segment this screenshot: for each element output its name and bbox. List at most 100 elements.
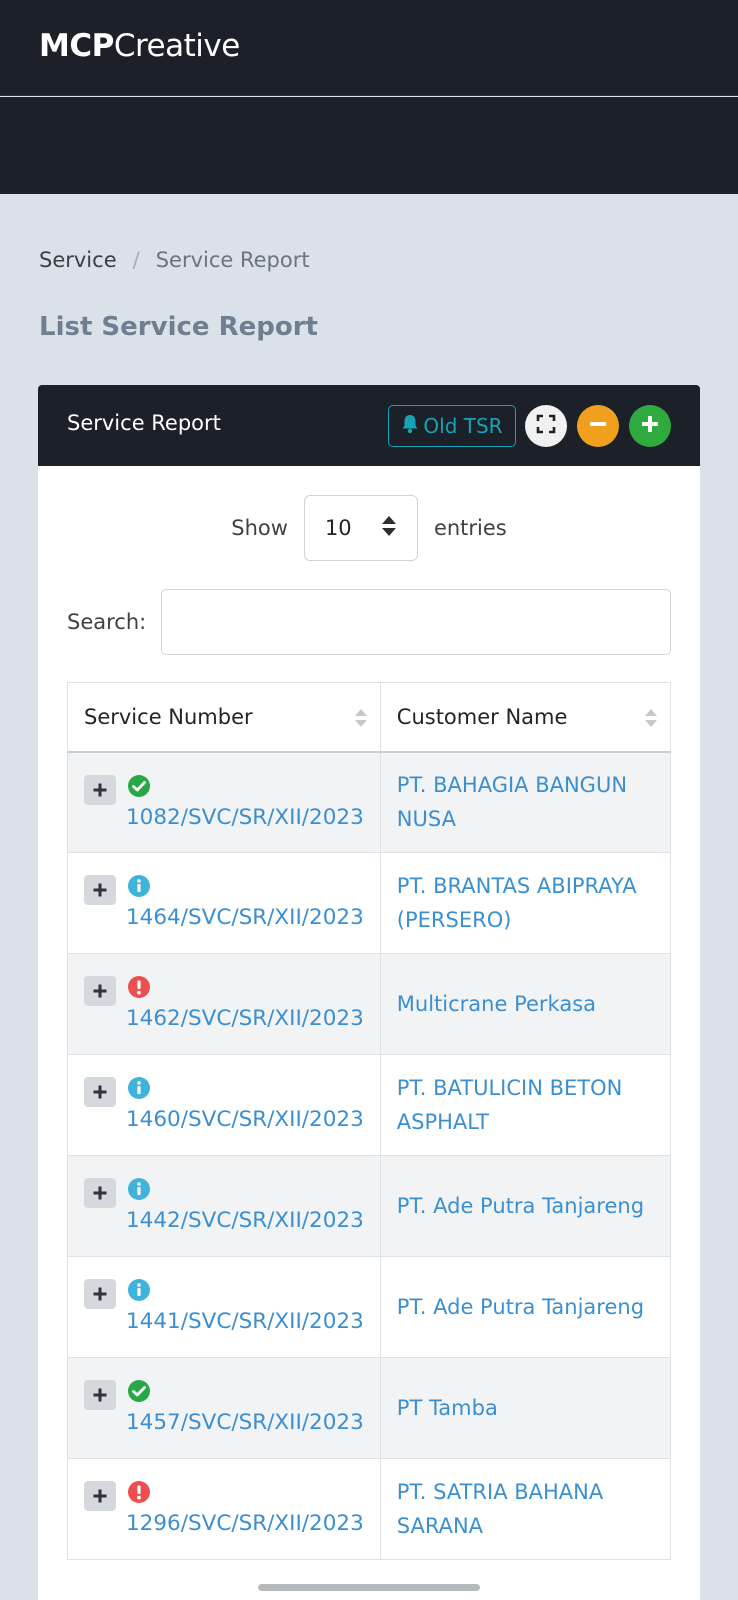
customer-name-cell: PT. SATRIA BAHANA SARANA (379, 1458, 672, 1560)
plus-icon (93, 878, 107, 902)
entries-label: entries (433, 516, 507, 540)
customer-name-link[interactable]: PT. BRANTAS ABIPRAYA (PERSERO) (397, 874, 637, 932)
expand-row-button[interactable] (84, 1279, 116, 1309)
expand-row-button[interactable] (84, 1178, 116, 1208)
customer-name-cell: Multicrane Perkasa (379, 953, 672, 1055)
customer-name-link[interactable]: PT Tamba (397, 1396, 498, 1420)
customer-name-cell: PT. Ade Putra Tanjareng (379, 1155, 672, 1257)
customer-name-link[interactable]: PT. BATULICIN BETON ASPHALT (397, 1076, 623, 1134)
bell-icon (401, 414, 419, 439)
service-number-cell: 1457/SVC/SR/XII/2023 (67, 1357, 381, 1459)
breadcrumb-separator: / (132, 248, 140, 272)
service-report-card: Service Report Old TSR Show 10 entries S… (38, 385, 700, 1600)
brand-bold-text: MCP (39, 28, 114, 64)
expand-row-button[interactable] (84, 1077, 116, 1107)
top-navbar: MCPCreative (0, 0, 738, 96)
service-number-link[interactable]: 1441/SVC/SR/XII/2023 (126, 1309, 364, 1334)
column-header-label: Service Number (84, 704, 253, 729)
collapse-button[interactable] (577, 405, 619, 447)
page-title: List Service Report (39, 312, 318, 342)
old-tsr-label: Old TSR (423, 414, 503, 438)
service-number-cell: 1296/SVC/SR/XII/2023 (67, 1458, 381, 1560)
service-number-link[interactable]: 1464/SVC/SR/XII/2023 (126, 905, 364, 930)
service-number-cell: 1441/SVC/SR/XII/2023 (67, 1256, 381, 1358)
search-control: Search: (67, 589, 671, 655)
old-tsr-button[interactable]: Old TSR (388, 405, 516, 447)
plus-icon (93, 778, 107, 802)
plus-icon (93, 1181, 107, 1205)
customer-name-link[interactable]: PT. BAHAGIA BANGUN NUSA (397, 773, 627, 831)
service-number-cell: 1082/SVC/SR/XII/2023 (67, 751, 381, 853)
expand-row-button[interactable] (84, 875, 116, 905)
customer-name-link[interactable]: PT. SATRIA BAHANA SARANA (397, 1480, 603, 1538)
customer-name-link[interactable]: Multicrane Perkasa (397, 992, 596, 1016)
service-number-link[interactable]: 1296/SVC/SR/XII/2023 (126, 1511, 364, 1536)
breadcrumb-item-service[interactable]: Service (39, 248, 117, 272)
sort-updown-icon (381, 515, 397, 542)
customer-name-cell: PT Tamba (379, 1357, 672, 1459)
table-row: 1464/SVC/SR/XII/2023 PT. BRANTAS ABIPRAYA… (67, 852, 672, 954)
plus-icon (93, 1383, 107, 1407)
table-row: 1462/SVC/SR/XII/2023 Multicrane Perkasa (67, 953, 672, 1055)
service-number-link[interactable]: 1082/SVC/SR/XII/2023 (126, 805, 364, 830)
customer-name-cell: PT. BRANTAS ABIPRAYA (PERSERO) (379, 852, 672, 954)
column-header-label: Customer Name (396, 704, 568, 729)
fullscreen-button[interactable] (525, 405, 567, 447)
info-circle-icon (127, 1177, 151, 1201)
search-input[interactable] (161, 589, 671, 655)
minus-icon (588, 414, 608, 438)
add-button[interactable] (629, 405, 671, 447)
exclamation-circle-icon (127, 1480, 151, 1504)
expand-row-button[interactable] (84, 976, 116, 1006)
exclamation-circle-icon (127, 975, 151, 999)
plus-icon (93, 1080, 107, 1104)
entries-select-value: 10 (324, 516, 352, 540)
info-circle-icon (127, 1076, 151, 1100)
service-number-link[interactable]: 1457/SVC/SR/XII/2023 (126, 1410, 364, 1435)
secondary-header-bar (0, 97, 738, 194)
service-number-cell: 1442/SVC/SR/XII/2023 (67, 1155, 381, 1257)
card-header: Service Report Old TSR (38, 385, 700, 466)
customer-name-cell: PT. BATULICIN BETON ASPHALT (379, 1054, 672, 1156)
service-number-link[interactable]: 1460/SVC/SR/XII/2023 (126, 1107, 364, 1132)
check-circle-icon (127, 1379, 151, 1403)
service-number-cell: 1460/SVC/SR/XII/2023 (67, 1054, 381, 1156)
customer-name-link[interactable]: PT. Ade Putra Tanjareng (397, 1295, 644, 1319)
search-label: Search: (67, 610, 147, 634)
customer-name-link[interactable]: PT. Ade Putra Tanjareng (397, 1194, 644, 1218)
service-number-link[interactable]: 1442/SVC/SR/XII/2023 (126, 1208, 364, 1233)
brand-light-text: Creative (113, 28, 240, 64)
breadcrumb-item-service-report: Service Report (155, 248, 310, 272)
table-row: 1441/SVC/SR/XII/2023 PT. Ade Putra Tanjar… (67, 1256, 672, 1358)
info-circle-icon (127, 1278, 151, 1302)
show-label: Show (231, 516, 288, 540)
column-header-customer-name[interactable]: Customer Name (379, 682, 672, 753)
plus-icon (640, 414, 660, 438)
expand-row-button[interactable] (84, 774, 116, 805)
service-number-cell: 1462/SVC/SR/XII/2023 (67, 953, 381, 1055)
expand-row-button[interactable] (84, 1481, 116, 1511)
sort-icon (354, 707, 368, 729)
plus-icon (93, 1484, 107, 1508)
table-row: 1442/SVC/SR/XII/2023 PT. Ade Putra Tanjar… (67, 1155, 672, 1257)
table-row: 1082/SVC/SR/XII/2023 PT. BAHAGIA BANGUN N… (67, 751, 672, 853)
table-header-row: Service Number Customer Name (67, 682, 672, 753)
table-row: 1296/SVC/SR/XII/2023 PT. SATRIA BAHANA SA… (67, 1458, 672, 1560)
table-row: 1457/SVC/SR/XII/2023 PT Tamba (67, 1357, 672, 1459)
entries-select[interactable]: 10 (303, 495, 418, 561)
expand-icon (536, 414, 556, 438)
plus-icon (93, 979, 107, 1003)
expand-row-button[interactable] (84, 1380, 116, 1410)
breadcrumb: Service / Service Report (39, 248, 310, 272)
column-header-service-number[interactable]: Service Number (67, 682, 381, 753)
plus-icon (93, 1282, 107, 1306)
sort-icon (644, 707, 658, 729)
info-circle-icon (127, 874, 151, 898)
customer-name-cell: PT. Ade Putra Tanjareng (379, 1256, 672, 1358)
table-row: 1460/SVC/SR/XII/2023 PT. BATULICIN BETON … (67, 1054, 672, 1156)
customer-name-cell: PT. BAHAGIA BANGUN NUSA (379, 751, 672, 853)
brand-logo[interactable]: MCPCreative (39, 28, 240, 64)
service-report-table: Service Number Customer Name 1082/SVC/SR… (67, 682, 672, 1560)
service-number-cell: 1464/SVC/SR/XII/2023 (67, 852, 381, 954)
service-number-link[interactable]: 1462/SVC/SR/XII/2023 (126, 1006, 364, 1031)
